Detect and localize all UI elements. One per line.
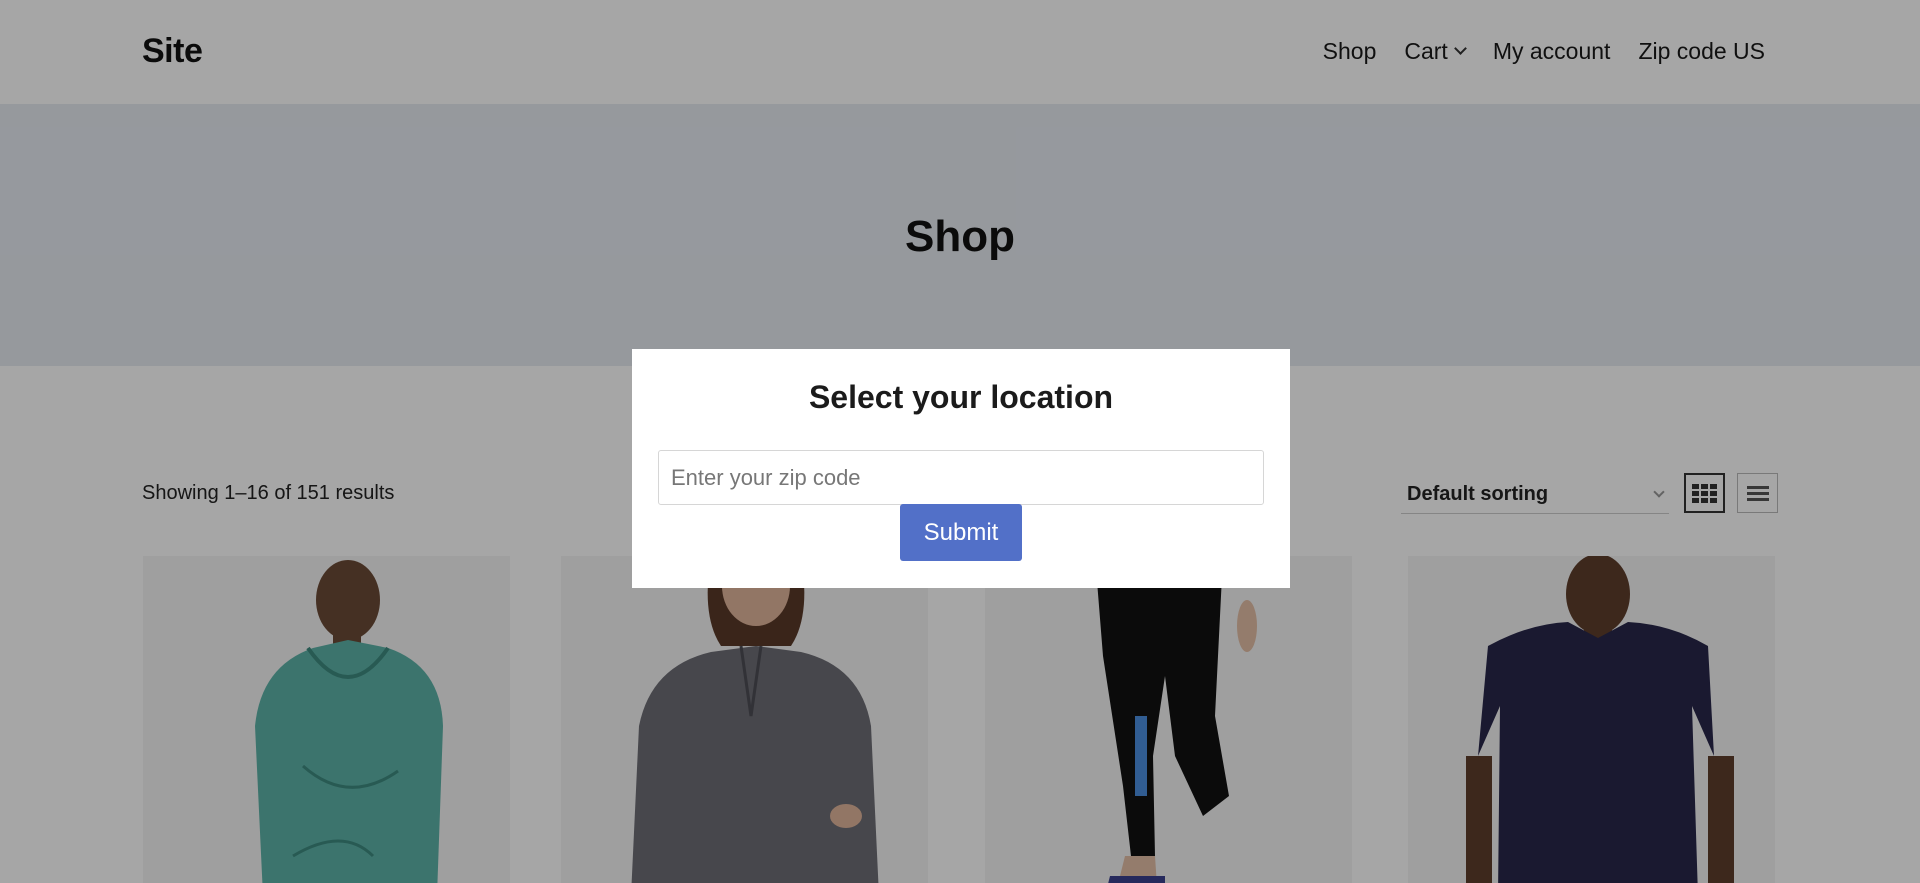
location-modal: Select your location Submit [632,349,1290,588]
submit-button[interactable]: Submit [900,504,1022,561]
zip-code-input[interactable] [658,450,1264,505]
modal-title: Select your location [808,379,1114,415]
